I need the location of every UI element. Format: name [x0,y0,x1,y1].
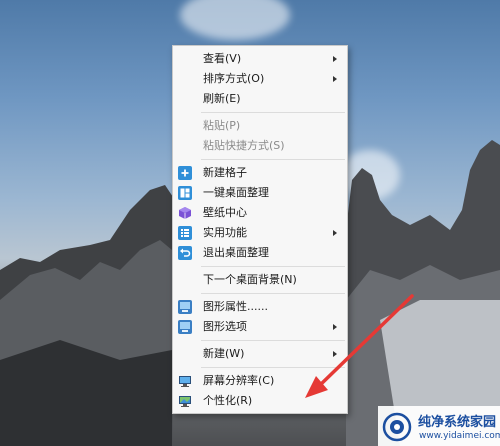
annotation-arrow-icon [305,294,414,398]
site-watermark: 纯净系统家园 www.yidaimei.com [378,406,500,446]
site-logo-icon [382,412,412,442]
watermark-url: www.yidaimei.com [419,431,500,441]
watermark-title: 纯净系统家园 [418,415,497,430]
